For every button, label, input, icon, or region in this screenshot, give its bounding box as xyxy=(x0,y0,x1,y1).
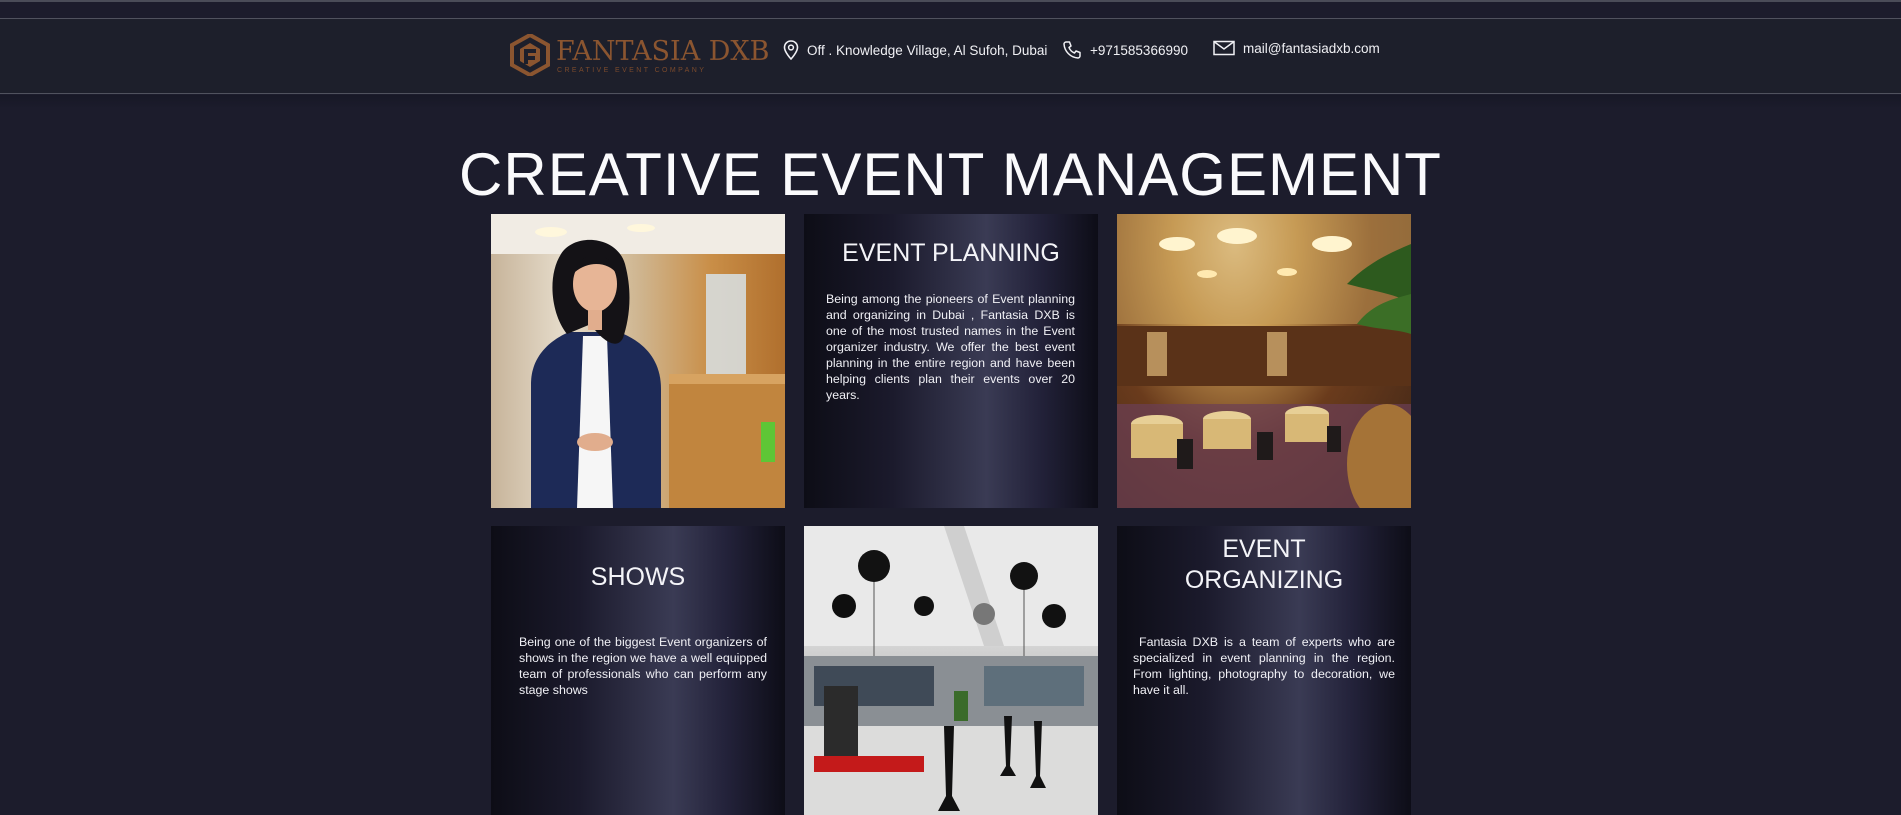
logo-tagline: CREATIVE EVENT COMPANY xyxy=(557,67,707,74)
ballroom-photo xyxy=(1117,214,1411,508)
card-text: Being one of the biggest Event organizer… xyxy=(519,635,767,697)
phone-info[interactable]: +971585366990 xyxy=(1062,40,1188,60)
ballroom-illustration xyxy=(1117,214,1411,508)
card-event-planning: EVENT PLANNING Being among the pioneers … xyxy=(804,214,1098,508)
card-heading: EVENT PLANNING xyxy=(842,239,1060,267)
logo-name: FANTASIA DXB xyxy=(556,36,770,67)
top-border xyxy=(0,0,1901,2)
address-text: Off . Knowledge Village, Al Sufoh, Dubai xyxy=(807,42,1048,58)
phone-text: +971585366990 xyxy=(1090,42,1188,58)
logo[interactable]: FANTASIA DXB CREATIVE EVENT COMPANY xyxy=(510,32,770,78)
card-heading: EVENT ORGANIZING xyxy=(1184,535,1344,594)
card-text: Being among the pioneers of Event planni… xyxy=(826,292,1075,402)
card-heading: SHOWS xyxy=(590,563,686,591)
email-info[interactable]: mail@fantasiadxb.com xyxy=(1213,40,1380,56)
header-shadow xyxy=(0,95,1901,109)
address-info[interactable]: Off . Knowledge Village, Al Sufoh, Dubai xyxy=(783,40,1047,60)
page-title: CREATIVE EVENT MANAGEMENT xyxy=(459,141,1442,208)
event-hall-illustration xyxy=(804,526,1098,815)
envelope-icon xyxy=(1213,40,1235,56)
location-pin-icon xyxy=(783,40,799,60)
portrait-illustration xyxy=(491,214,785,508)
logo-mark-icon xyxy=(510,34,550,76)
card-event-organizing: EVENT ORGANIZING Fantasia DXB is a team … xyxy=(1117,526,1411,815)
event-hall-photo xyxy=(804,526,1098,815)
phone-icon xyxy=(1063,41,1081,59)
planner-portrait-photo xyxy=(491,214,785,508)
card-text: Fantasia DXB is a team of experts who ar… xyxy=(1133,635,1399,697)
email-text: mail@fantasiadxb.com xyxy=(1243,40,1380,56)
card-shows: SHOWS Being one of the biggest Event org… xyxy=(491,526,785,815)
